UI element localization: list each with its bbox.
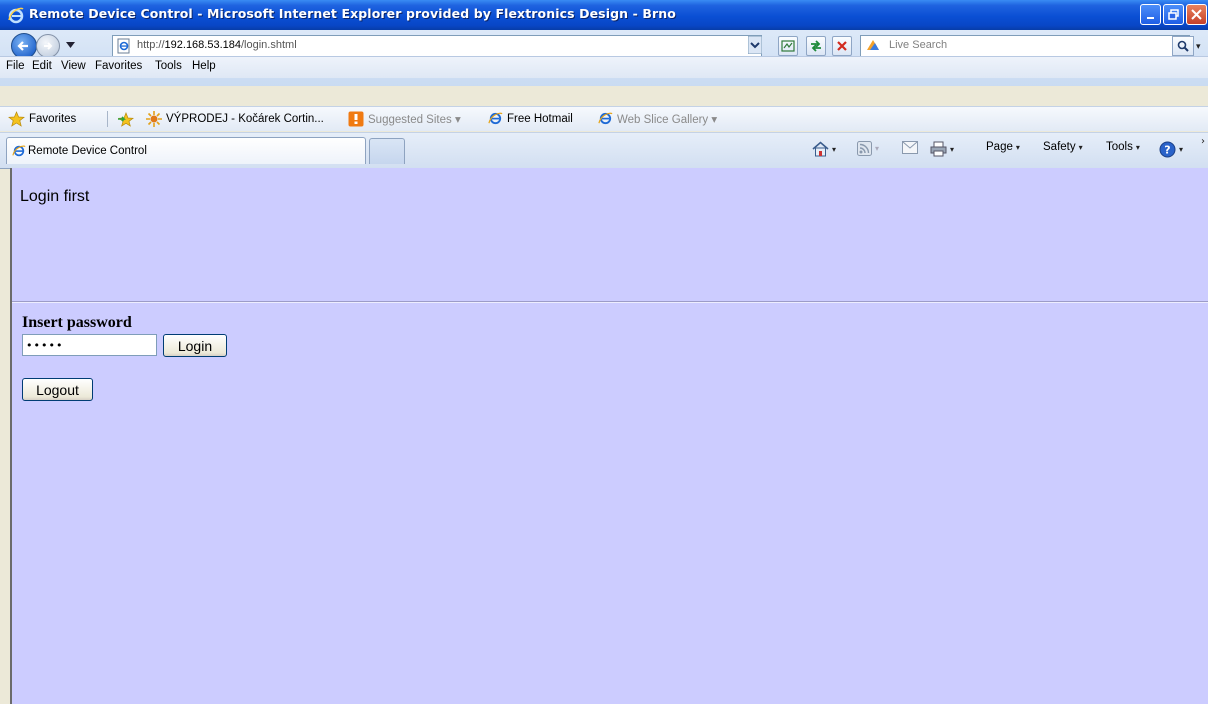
compatibility-view-button[interactable] <box>778 36 798 56</box>
horizontal-rule <box>12 301 1208 303</box>
login-button[interactable]: Login <box>163 334 227 357</box>
password-label: Insert password <box>22 314 132 331</box>
menu-tools[interactable]: Tools <box>155 60 182 72</box>
search-button[interactable] <box>1172 36 1194 56</box>
stop-button[interactable] <box>832 36 852 56</box>
minimize-icon <box>1146 16 1154 19</box>
menu-bar: File Edit View Favorites Tools Help <box>0 56 1208 78</box>
tools-menu-label: Tools <box>1106 141 1133 153</box>
chevron-overflow-icon[interactable]: › <box>1201 136 1205 147</box>
internet-explorer-icon <box>8 7 24 24</box>
help-button[interactable]: ? ▾ <box>1159 141 1183 158</box>
feeds-dropdown-icon[interactable]: ▾ <box>875 144 879 153</box>
fav-link-suggested-sites[interactable]: Suggested Sites ▾ <box>348 111 461 127</box>
favorites-star-icon <box>8 111 25 127</box>
page-heading: Login first <box>20 188 90 205</box>
chevron-down-icon: ▾ <box>1015 142 1020 152</box>
ie-page-icon <box>117 38 130 54</box>
recent-pages-dropdown-icon[interactable] <box>66 42 75 49</box>
window-title: Remote Device Control - Microsoft Intern… <box>29 6 676 21</box>
page-content: Login first Insert password ••••• Login … <box>10 168 1208 704</box>
favorites-bar: Favorites VÝPRODEJ - Kočárek Cortin... S… <box>0 106 1208 131</box>
safety-menu-button[interactable]: Safety ▾ <box>1043 141 1083 153</box>
magnifier-icon <box>1177 40 1189 52</box>
chevron-down-icon: ▾ <box>1078 142 1083 152</box>
window-title-bar[interactable]: Remote Device Control - Microsoft Intern… <box>0 0 1208 30</box>
safety-menu-label: Safety <box>1043 141 1076 153</box>
search-options-dropdown-icon[interactable]: ▾ <box>1196 42 1201 52</box>
close-button[interactable] <box>1186 4 1207 25</box>
forward-button[interactable] <box>36 34 60 58</box>
rss-feed-icon <box>857 141 872 156</box>
compatibility-view-icon <box>781 40 795 52</box>
print-button[interactable]: ▾ <box>930 141 954 157</box>
add-favorite-icon <box>118 112 134 127</box>
page-menu-button[interactable]: Page ▾ <box>986 141 1020 153</box>
stop-icon <box>837 41 847 51</box>
tab-bar: Remote Device Control ▾ ▾ ▾ Page ▾ Safet… <box>0 132 1208 169</box>
help-icon: ? <box>1159 141 1176 158</box>
menu-help[interactable]: Help <box>192 60 216 72</box>
help-dropdown-icon[interactable]: ▾ <box>1179 145 1183 154</box>
star-burst-icon <box>146 111 162 127</box>
password-input[interactable]: ••••• <box>22 334 157 356</box>
svg-text:?: ? <box>1164 144 1170 157</box>
suggested-sites-icon <box>348 111 364 127</box>
fav-link-label: Web Slice Gallery ▾ <box>617 113 718 126</box>
logout-button[interactable]: Logout <box>22 378 93 401</box>
restore-button[interactable] <box>1163 4 1184 25</box>
fav-link-web-slice-gallery[interactable]: Web Slice Gallery ▾ <box>598 111 717 126</box>
minimize-button[interactable] <box>1140 4 1161 25</box>
restore-icon <box>1168 9 1179 20</box>
refresh-button[interactable] <box>806 36 826 56</box>
address-url[interactable]: http://192.168.53.184/login.shtml <box>137 39 297 51</box>
ie-page-icon <box>12 145 26 157</box>
ie-page-icon <box>598 112 613 125</box>
new-tab-button[interactable] <box>369 138 405 164</box>
print-dropdown-icon[interactable]: ▾ <box>950 145 954 154</box>
fav-link-label: Free Hotmail <box>507 112 573 125</box>
page-menu-label: Page <box>986 141 1013 153</box>
forward-arrow-icon <box>44 42 53 50</box>
menu-file[interactable]: File <box>6 60 25 72</box>
feeds-button[interactable]: ▾ <box>857 141 879 156</box>
search-box[interactable]: Live Search <box>860 35 1190 57</box>
fav-link-label: VÝPRODEJ - Kočárek Cortin... <box>166 113 324 125</box>
fav-link-label: Suggested Sites ▾ <box>368 114 461 126</box>
favorites-separator <box>107 111 108 127</box>
close-icon <box>1191 9 1202 20</box>
read-mail-button[interactable] <box>902 141 918 154</box>
ie-page-icon <box>488 112 503 125</box>
tools-menu-button[interactable]: Tools ▾ <box>1106 141 1140 153</box>
address-dropdown-icon[interactable] <box>748 36 762 54</box>
address-bar[interactable]: http://192.168.53.184/login.shtml <box>112 35 762 57</box>
chevron-down-icon: ▾ <box>1135 142 1140 152</box>
home-dropdown-icon[interactable]: ▾ <box>832 145 836 154</box>
search-placeholder: Live Search <box>889 39 948 51</box>
menu-favorites[interactable]: Favorites <box>95 60 142 72</box>
menu-view[interactable]: View <box>61 60 86 72</box>
printer-icon <box>930 141 947 157</box>
refresh-icon <box>811 40 821 52</box>
favorites-label: Favorites <box>29 113 77 125</box>
add-to-favorites-bar-button[interactable] <box>117 111 135 127</box>
home-button[interactable]: ▾ <box>812 141 836 157</box>
back-arrow-icon <box>17 41 28 51</box>
tab-remote-device-control[interactable]: Remote Device Control <box>6 137 366 164</box>
menu-edit[interactable]: Edit <box>32 60 52 72</box>
fav-link-vyprodej[interactable]: VÝPRODEJ - Kočárek Cortin... <box>146 111 324 127</box>
favorites-button[interactable]: Favorites <box>8 111 76 127</box>
home-icon <box>812 141 829 157</box>
fav-link-free-hotmail[interactable]: Free Hotmail <box>488 111 573 126</box>
live-search-icon <box>867 40 879 50</box>
tab-label: Remote Device Control <box>28 145 147 157</box>
mail-icon <box>902 141 918 154</box>
